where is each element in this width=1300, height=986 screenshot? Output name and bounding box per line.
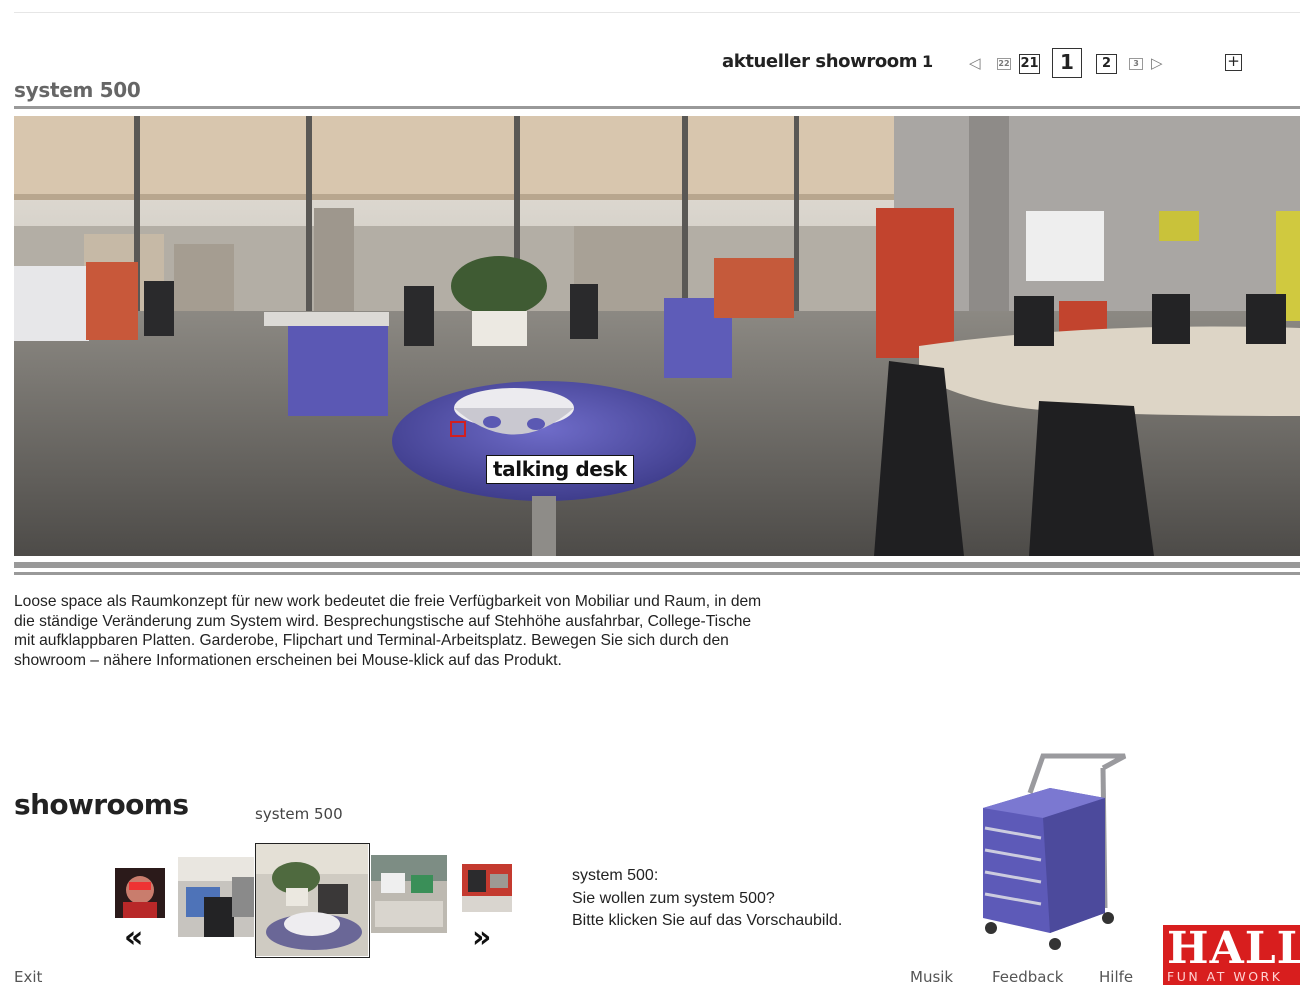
panorama-bottom-rule — [14, 562, 1300, 568]
talking-desk-hotspot[interactable] — [450, 421, 466, 437]
pager-first-mini[interactable]: 22 — [997, 58, 1011, 70]
showroom-description: Loose space als Raumkonzept für new work… — [14, 593, 762, 669]
top-rule — [14, 12, 1300, 13]
showrooms-prev-button[interactable]: « — [124, 923, 143, 953]
showroom-info: system 500: Sie wollen zum system 500? B… — [572, 865, 842, 933]
showrooms-next-button[interactable]: » — [472, 923, 491, 953]
pedestal-trolley-image — [983, 753, 1127, 950]
showroom-info-line-2: Sie wollen zum system 500? — [572, 889, 775, 907]
exit-link[interactable]: Exit — [14, 968, 42, 986]
product-pedestal-image — [975, 748, 1135, 953]
plus-box-icon[interactable]: + — [1225, 54, 1242, 71]
panorama-image — [14, 116, 1300, 556]
triangle-right-icon[interactable]: ▷ — [1151, 56, 1163, 71]
thumb-office-image — [178, 857, 254, 937]
pager-last-mini[interactable]: 3 — [1129, 58, 1143, 70]
selected-showroom-caption: system 500 — [255, 805, 343, 823]
pager-page-21[interactable]: 21 — [1019, 54, 1040, 74]
talking-desk-label[interactable]: talking desk — [486, 455, 634, 484]
showrooms-title: showrooms — [14, 788, 189, 821]
showroom-panorama[interactable] — [14, 116, 1300, 556]
showroom-thumb-current[interactable] — [255, 843, 370, 958]
header-rule — [14, 106, 1300, 109]
current-showroom-number: 1 — [922, 52, 934, 71]
current-showroom-label: aktueller showroom — [722, 51, 918, 72]
thumb-workspace-image — [371, 855, 447, 933]
pager-page-1-current[interactable]: 1 — [1052, 48, 1082, 78]
logo-wordmark: HALL — [1167, 925, 1300, 974]
triangle-left-icon[interactable]: ◁ — [969, 56, 981, 71]
showroom-info-line-1: system 500: — [572, 867, 659, 884]
pager-page-2[interactable]: 2 — [1096, 54, 1117, 74]
hilfe-link[interactable]: Hilfe — [1099, 968, 1133, 986]
panorama-bottom-rule-thin — [14, 572, 1300, 575]
showroom-info-line-3: Bitte klicken Sie auf das Vorschaubild. — [572, 912, 843, 929]
hall-logo[interactable]: HALL FUN AT WORK — [1163, 925, 1300, 985]
thumb-talking-desk-image — [256, 844, 368, 956]
thumb-red-room-image — [462, 864, 512, 912]
musik-link[interactable]: Musik — [910, 968, 953, 986]
thumb-person-image — [115, 868, 165, 918]
logo-tagline: FUN AT WORK — [1167, 969, 1283, 984]
showroom-thumb-prev[interactable] — [115, 868, 165, 918]
showroom-thumb-next[interactable] — [462, 864, 512, 912]
feedback-link[interactable]: Feedback — [992, 968, 1063, 986]
section-title: system 500 — [14, 78, 141, 102]
showroom-thumb-3[interactable] — [371, 855, 447, 933]
showroom-thumb-1[interactable] — [178, 857, 254, 937]
